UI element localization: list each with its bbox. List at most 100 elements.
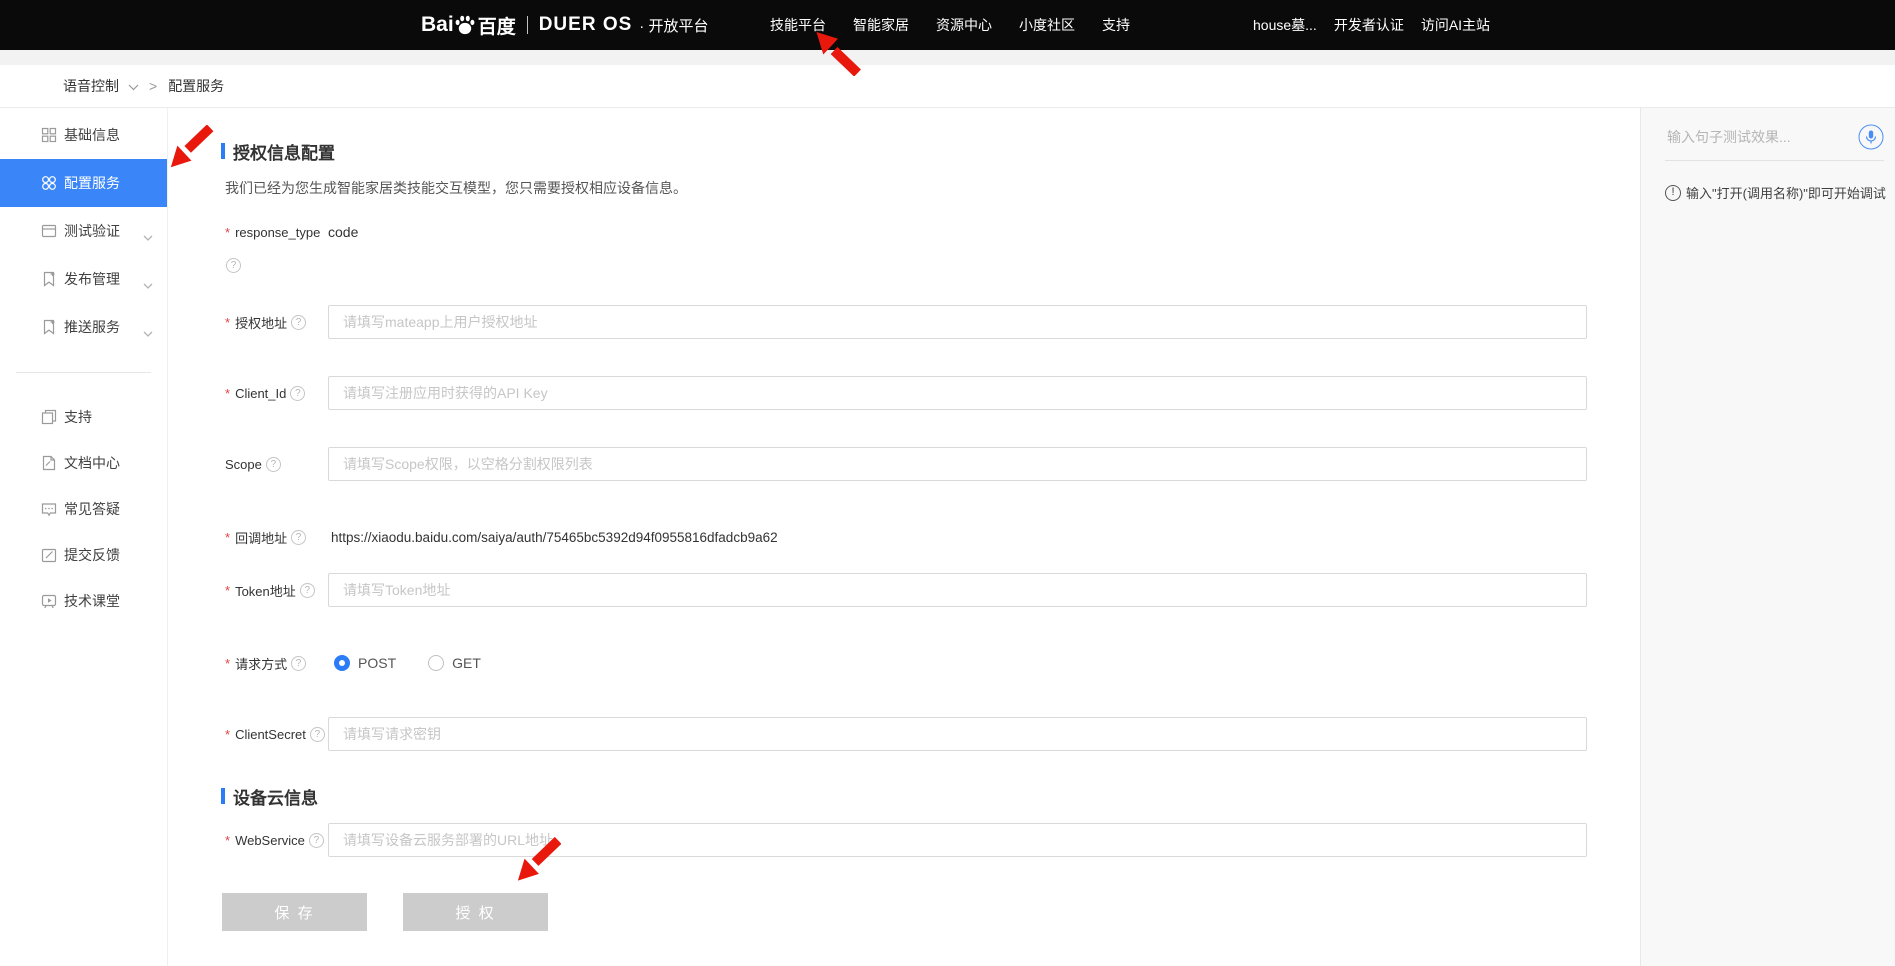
sidebar-item-label: 配置服务 bbox=[64, 173, 120, 193]
help-icon[interactable]: ? bbox=[291, 315, 306, 330]
test-sentence-input[interactable] bbox=[1665, 128, 1850, 146]
microphone-icon[interactable] bbox=[1858, 124, 1884, 150]
radio-selected-icon[interactable] bbox=[334, 655, 350, 671]
bookmark-plus-icon bbox=[41, 271, 57, 287]
field-label: Scope ? bbox=[225, 457, 328, 472]
dueros-brand: DUER OS bbox=[539, 14, 633, 36]
sidebar-item-label: 支持 bbox=[64, 407, 92, 427]
baidu-dueros-logo[interactable]: Bai 百度 DUER OS · 开放平台 bbox=[421, 0, 708, 50]
form-actions: 保 存 授 权 bbox=[222, 893, 1640, 931]
sidebar-item-test-verify[interactable]: 测试验证 bbox=[0, 207, 167, 255]
client-secret-input[interactable] bbox=[328, 717, 1587, 751]
help-icon[interactable]: ? bbox=[309, 833, 324, 848]
breadcrumb-skill-select[interactable]: 语音控制 bbox=[63, 76, 119, 96]
help-icon[interactable]: ? bbox=[291, 530, 306, 545]
field-row-auth-url: * 授权地址 ? bbox=[225, 305, 1640, 339]
field-row-client-secret: * ClientSecret ? bbox=[225, 717, 1640, 751]
field-label: * WebService ? bbox=[225, 833, 328, 848]
chevron-down-icon[interactable] bbox=[143, 276, 153, 292]
sidebar-item-basic-info[interactable]: 基础信息 bbox=[0, 111, 167, 159]
chevron-down-icon[interactable] bbox=[128, 84, 139, 91]
sidebar-item-label: 文档中心 bbox=[64, 453, 120, 473]
baidu-paw-icon bbox=[454, 15, 476, 35]
sidebar-item-config-service[interactable]: 配置服务 bbox=[0, 159, 167, 207]
visit-ai-site-link[interactable]: 访问AI主站 bbox=[1421, 15, 1490, 35]
radio-post[interactable]: POST bbox=[334, 655, 396, 671]
required-mark: * bbox=[225, 225, 230, 240]
scope-input[interactable] bbox=[328, 447, 1587, 481]
field-row-web-service: * WebService ? bbox=[225, 823, 1640, 857]
sidebar-item-doc-center[interactable]: 文档中心 bbox=[0, 440, 167, 486]
config-service-form: 授权信息配置 我们已经为您生成智能家居类技能交互模型，您只需要授权相应设备信息。… bbox=[169, 108, 1640, 966]
authorize-button[interactable]: 授 权 bbox=[403, 893, 548, 931]
nav-item-resource-center[interactable]: 资源中心 bbox=[936, 15, 992, 35]
section-title-auth-config: 授权信息配置 bbox=[221, 140, 1640, 162]
nav-item-skill-platform[interactable]: 技能平台 bbox=[770, 15, 826, 35]
request-method-options: POST GET bbox=[328, 655, 1593, 671]
dueros-console-page: Bai 百度 DUER OS · 开放平台 技能平台 智能家居 资源中心 小度社… bbox=[0, 0, 1895, 966]
user-account[interactable]: house墓... bbox=[1253, 15, 1317, 35]
field-label: * 回调地址 ? bbox=[225, 528, 328, 547]
field-label: * ClientSecret ? bbox=[225, 727, 328, 742]
help-icon[interactable]: ? bbox=[290, 386, 305, 401]
nav-item-xiaodu-community[interactable]: 小度社区 bbox=[1019, 15, 1075, 35]
sidebar-item-publish-manage[interactable]: 发布管理 bbox=[0, 255, 167, 303]
sidebar-item-push-service[interactable]: 推送服务 bbox=[0, 303, 167, 351]
breadcrumb: 语音控制 > 配置服务 bbox=[0, 65, 1895, 108]
open-platform-suffix: · 开放平台 bbox=[639, 15, 708, 36]
info-icon: ! bbox=[1665, 185, 1681, 201]
nav-item-smart-home[interactable]: 智能家居 bbox=[853, 15, 909, 35]
client-id-input[interactable] bbox=[328, 376, 1587, 410]
developer-certification-link[interactable]: 开发者认证 bbox=[1334, 15, 1404, 35]
subheader-strip bbox=[0, 50, 1895, 65]
sidebar-item-feedback[interactable]: 提交反馈 bbox=[0, 532, 167, 578]
nav-item-support[interactable]: 支持 bbox=[1102, 15, 1130, 35]
field-row-scope: Scope ? bbox=[225, 447, 1640, 481]
help-icon[interactable]: ? bbox=[226, 258, 241, 273]
required-mark: * bbox=[225, 530, 230, 545]
sidebar-item-faq[interactable]: 常见答疑 bbox=[0, 486, 167, 532]
field-label: * response_type bbox=[225, 225, 328, 240]
field-label: * Token地址 ? bbox=[225, 581, 328, 600]
response-type-help-row: ? bbox=[225, 258, 1640, 274]
required-mark: * bbox=[225, 656, 230, 671]
web-service-input[interactable] bbox=[328, 823, 1587, 857]
radio-unselected-icon[interactable] bbox=[428, 655, 444, 671]
breadcrumb-current: 配置服务 bbox=[168, 76, 224, 96]
field-value: code bbox=[328, 224, 1587, 240]
sidebar-item-label: 常见答疑 bbox=[64, 499, 120, 519]
help-icon[interactable]: ? bbox=[266, 457, 281, 472]
callback-url-value: https://xiaodu.baidu.com/saiya/auth/7546… bbox=[328, 530, 1587, 545]
save-button[interactable]: 保 存 bbox=[222, 893, 367, 931]
chevron-down-icon[interactable] bbox=[143, 228, 153, 244]
sidebar-item-label: 发布管理 bbox=[64, 269, 120, 289]
token-url-input[interactable] bbox=[328, 573, 1587, 607]
sidebar-item-label: 技术课堂 bbox=[64, 591, 120, 611]
chevron-down-icon[interactable] bbox=[143, 324, 153, 340]
field-label: * 请求方式 ? bbox=[225, 654, 328, 673]
sidebar-item-label: 提交反馈 bbox=[64, 545, 120, 565]
breadcrumb-separator: > bbox=[149, 78, 157, 94]
required-mark: * bbox=[225, 833, 230, 848]
field-row-callback-url: * 回调地址 ? https://xiaodu.baidu.com/saiya/… bbox=[225, 527, 1640, 547]
document-icon bbox=[41, 455, 57, 471]
field-row-token-url: * Token地址 ? bbox=[225, 573, 1640, 607]
radio-get[interactable]: GET bbox=[428, 655, 481, 671]
auth-url-input[interactable] bbox=[328, 305, 1587, 339]
sidebar-item-support[interactable]: 支持 bbox=[0, 394, 167, 440]
help-icon[interactable]: ? bbox=[291, 656, 306, 671]
sidebar-item-label: 基础信息 bbox=[64, 125, 120, 145]
sidebar-item-tech-class[interactable]: 技术课堂 bbox=[0, 578, 167, 624]
baidu-logo-text: Bai bbox=[421, 13, 454, 37]
top-navbar: Bai 百度 DUER OS · 开放平台 技能平台 智能家居 资源中心 小度社… bbox=[0, 0, 1895, 50]
help-icon[interactable]: ? bbox=[310, 727, 325, 742]
grid-icon bbox=[41, 127, 57, 143]
help-icon[interactable]: ? bbox=[300, 583, 315, 598]
chat-icon bbox=[41, 501, 57, 517]
sidebar-item-label: 推送服务 bbox=[64, 317, 120, 337]
top-nav-menu: 技能平台 智能家居 资源中心 小度社区 支持 bbox=[770, 0, 1130, 50]
field-row-client-id: * Client_Id ? bbox=[225, 376, 1640, 410]
top-nav-right: house墓... 开发者认证 访问AI主站 bbox=[1253, 0, 1490, 50]
test-doc-icon bbox=[41, 223, 57, 239]
sidebar: 基础信息 配置服务 测试验证 bbox=[0, 108, 168, 966]
